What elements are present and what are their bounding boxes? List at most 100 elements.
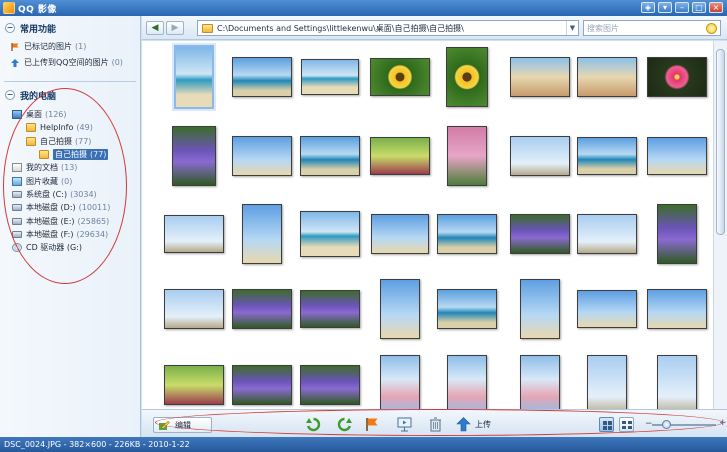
thumbnail[interactable] xyxy=(232,289,292,329)
sidebar-item-count: (0) xyxy=(111,58,123,67)
zoom-in-icon[interactable]: + xyxy=(719,418,727,428)
thumbnail[interactable] xyxy=(647,289,707,329)
tree-item-drive-e[interactable]: 本地磁盘 (E:) (25865) xyxy=(0,214,140,227)
thumbnail[interactable] xyxy=(370,58,430,96)
sidebar-item-marked[interactable]: 已标记的图片 (1) xyxy=(0,40,140,53)
computer-section-title: 我的电脑 xyxy=(20,91,57,102)
thumbnail[interactable] xyxy=(164,365,224,405)
edit-icon xyxy=(158,420,170,431)
folder-open-icon xyxy=(26,136,36,146)
thumbnail[interactable] xyxy=(437,214,497,254)
thumbnail[interactable] xyxy=(164,289,224,329)
sidebar-item-uploaded[interactable]: 已上传到QQ空间的图片 (0) xyxy=(0,56,140,69)
rotate-left-icon[interactable] xyxy=(305,416,322,433)
thumbnail[interactable] xyxy=(232,365,292,405)
thumbnail[interactable] xyxy=(587,355,627,415)
thumbnail[interactable] xyxy=(647,137,707,175)
thumbnail[interactable] xyxy=(577,214,637,254)
thumbnail[interactable] xyxy=(510,214,570,254)
delete-icon[interactable] xyxy=(427,416,444,433)
zoom-slider-handle[interactable] xyxy=(662,420,671,429)
path-text: C:\Documents and Settings\littlekenwu\桌面… xyxy=(217,23,464,33)
large-view-button[interactable] xyxy=(619,417,634,432)
tree-item-photos[interactable]: 自己拍摄 (77) xyxy=(0,135,140,148)
thumbnail[interactable] xyxy=(510,57,570,97)
thumbnail[interactable] xyxy=(657,204,697,264)
thumbnail-grid xyxy=(142,41,713,415)
folder-tree: 桌面 (126) HelpInfo (49) 自己拍摄 (77) 自己拍摄 (77… xyxy=(0,108,140,254)
thumbnail[interactable] xyxy=(447,126,487,186)
thumbnail[interactable] xyxy=(232,136,292,176)
slideshow-icon[interactable] xyxy=(396,416,413,433)
collapse-icon[interactable]: − xyxy=(5,23,15,33)
thumbnail[interactable] xyxy=(437,289,497,329)
close-button[interactable]: × xyxy=(709,2,723,13)
skin-icon[interactable]: ◈ xyxy=(641,2,655,13)
thumbnail[interactable] xyxy=(446,47,488,107)
search-field[interactable] xyxy=(583,20,721,36)
documents-icon xyxy=(12,163,22,173)
chevron-down-icon[interactable]: ▼ xyxy=(566,21,578,35)
tree-item-pictures[interactable]: 图片收藏 (0) xyxy=(0,174,140,187)
rotate-right-icon[interactable] xyxy=(336,416,353,433)
computer-section-header[interactable]: − 我的电脑 xyxy=(0,86,140,104)
menu-icon[interactable]: ▾ xyxy=(658,2,672,13)
edit-button[interactable]: 编辑 xyxy=(153,417,212,433)
minimize-button[interactable]: – xyxy=(675,2,689,13)
thumbnail[interactable] xyxy=(577,290,637,328)
tree-item-drive-g[interactable]: CD 驱动器 (G:) xyxy=(0,241,140,254)
grid-view-button[interactable] xyxy=(599,417,614,432)
collapse-icon[interactable]: − xyxy=(5,90,15,100)
tree-item-drive-d[interactable]: 本地磁盘 (D:) (10011) xyxy=(0,201,140,214)
app-logo-icon xyxy=(3,2,15,14)
status-text: DSC_0024.JPG - 382×600 - 226KB - 2010-1-… xyxy=(4,440,190,449)
thumbnail[interactable] xyxy=(520,279,560,339)
thumbnail[interactable] xyxy=(647,57,707,97)
search-icon[interactable] xyxy=(706,23,717,34)
thumbnail[interactable] xyxy=(447,355,487,415)
tree-item-label: 自己拍摄 xyxy=(55,150,87,160)
thumbnail[interactable] xyxy=(300,211,360,257)
thumbnail-selected[interactable] xyxy=(174,45,214,109)
thumbnail[interactable] xyxy=(172,126,216,186)
scrollbar-thumb[interactable] xyxy=(716,49,725,235)
upload-label: 上传 xyxy=(475,420,491,429)
vertical-scrollbar[interactable] xyxy=(713,41,727,409)
thumbnail[interactable] xyxy=(164,215,224,253)
tree-item-documents[interactable]: 我的文档 (13) xyxy=(0,161,140,174)
thumbnail[interactable] xyxy=(510,136,570,176)
thumbnail[interactable] xyxy=(370,137,430,175)
thumbnail[interactable] xyxy=(380,355,420,415)
thumbnail[interactable] xyxy=(657,355,697,415)
back-button[interactable]: ◀ xyxy=(146,20,164,35)
tree-item-desktop[interactable]: 桌面 (126) xyxy=(0,108,140,121)
thumbnail[interactable] xyxy=(242,204,282,264)
thumbnail[interactable] xyxy=(380,279,420,339)
thumbnail[interactable] xyxy=(232,57,292,97)
thumbnail[interactable] xyxy=(301,59,359,95)
tree-item-photos-sub[interactable]: 自己拍摄 (77) xyxy=(0,148,140,161)
tree-item-drive-c[interactable]: 系统盘 (C:) (3034) xyxy=(0,188,140,201)
thumbnail[interactable] xyxy=(577,137,637,175)
tree-item-drive-f[interactable]: 本地磁盘 (F:) (29634) xyxy=(0,228,140,241)
maximize-button[interactable]: □ xyxy=(692,2,706,13)
path-field[interactable]: C:\Documents and Settings\littlekenwu\桌面… xyxy=(197,20,579,36)
flag-icon[interactable] xyxy=(363,416,380,433)
tree-item-count: (126) xyxy=(45,110,67,120)
thumbnail[interactable] xyxy=(300,365,360,405)
thumbnail[interactable] xyxy=(300,290,360,328)
thumbnail[interactable] xyxy=(520,355,560,415)
thumbnail[interactable] xyxy=(371,214,429,254)
drive-icon xyxy=(12,190,22,198)
tree-item-count: (10011) xyxy=(78,203,111,213)
thumbnail[interactable] xyxy=(577,57,637,97)
upload-arrow-icon xyxy=(456,417,471,432)
search-input[interactable] xyxy=(584,23,702,33)
drive-icon xyxy=(12,217,22,225)
forward-button[interactable]: ▶ xyxy=(166,20,184,35)
thumbnail[interactable] xyxy=(300,136,360,176)
upload-button[interactable]: 上传 xyxy=(455,416,491,433)
common-section-header[interactable]: − 常用功能 xyxy=(0,19,140,37)
desktop-icon xyxy=(12,110,22,120)
tree-item-helpinfo[interactable]: HelpInfo (49) xyxy=(0,121,140,134)
